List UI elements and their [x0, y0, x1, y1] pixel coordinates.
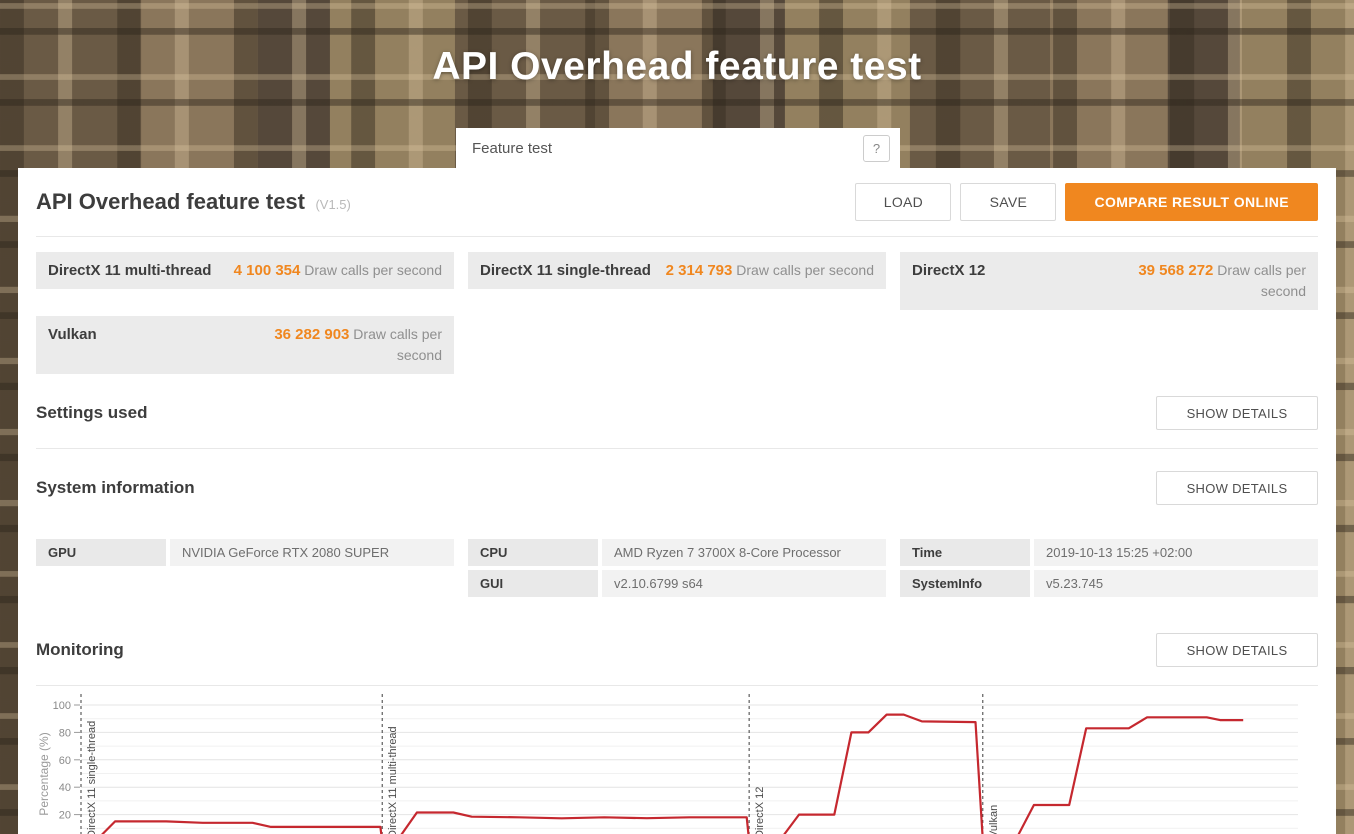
svg-text:DirectX 12: DirectX 12 [754, 787, 766, 834]
score-value: 39 568 272 Draw calls per second [1101, 260, 1306, 302]
time-label: Time [900, 539, 1030, 566]
system-info-col-2: CPU AMD Ryzen 7 3700X 8-Core Processor G… [468, 539, 886, 597]
gui-value: v2.10.6799 s64 [602, 570, 886, 597]
table-row: GPU NVIDIA GeForce RTX 2080 SUPER [36, 539, 454, 566]
svg-text:40: 40 [59, 782, 71, 794]
table-row: CPU AMD Ryzen 7 3700X 8-Core Processor [468, 539, 886, 566]
help-button[interactable]: ? [863, 135, 890, 162]
load-button[interactable]: LOAD [855, 183, 951, 221]
svg-text:60: 60 [59, 755, 71, 767]
monitoring-section-header: Monitoring SHOW DETAILS [36, 633, 1318, 686]
result-title: API Overhead feature test [36, 189, 305, 214]
gpu-value: NVIDIA GeForce RTX 2080 SUPER [170, 539, 454, 566]
gui-label: GUI [468, 570, 598, 597]
system-info-col-3: Time 2019-10-13 15:25 +02:00 SystemInfo … [900, 539, 1318, 597]
settings-show-details-button[interactable]: SHOW DETAILS [1156, 396, 1318, 430]
system-section-header: System information SHOW DETAILS [36, 471, 1318, 523]
table-row: GUI v2.10.6799 s64 [468, 570, 886, 597]
result-row-vulkan: Vulkan 36 282 903 Draw calls per second [36, 316, 454, 374]
system-heading: System information [36, 478, 195, 498]
monitoring-heading: Monitoring [36, 640, 124, 660]
settings-heading: Settings used [36, 403, 147, 423]
hero-banner: API Overhead feature test Feature test ? [0, 0, 1354, 168]
time-value: 2019-10-13 15:25 +02:00 [1034, 539, 1318, 566]
monitoring-chart: 020406080100Percentage (%)DirectX 11 sin… [36, 688, 1318, 834]
test-selector-value: Feature test [472, 140, 552, 157]
system-show-details-button[interactable]: SHOW DETAILS [1156, 471, 1318, 505]
svg-text:Percentage (%): Percentage (%) [37, 732, 51, 815]
svg-text:20: 20 [59, 810, 71, 822]
api-label: DirectX 12 [912, 260, 985, 281]
score-value: 2 314 793 Draw calls per second [666, 260, 874, 281]
cpu-value: AMD Ryzen 7 3700X 8-Core Processor [602, 539, 886, 566]
api-label: DirectX 11 single-thread [480, 260, 651, 281]
systeminfo-value: v5.23.745 [1034, 570, 1318, 597]
svg-text:80: 80 [59, 727, 71, 739]
card-header: API Overhead feature test (V1.5) LOAD SA… [36, 168, 1318, 237]
svg-text:Vulkan: Vulkan [988, 805, 1000, 834]
score-value: 4 100 354 Draw calls per second [234, 260, 442, 281]
result-row-dx11-multi: DirectX 11 multi-thread 4 100 354 Draw c… [36, 252, 454, 289]
settings-section-header: Settings used SHOW DETAILS [36, 396, 1318, 449]
compare-result-online-button[interactable]: COMPARE RESULT ONLINE [1065, 183, 1318, 221]
svg-text:100: 100 [53, 700, 71, 712]
svg-text:DirectX 11 single-thread: DirectX 11 single-thread [86, 721, 98, 834]
save-button[interactable]: SAVE [960, 183, 1056, 221]
system-info-col-1: GPU NVIDIA GeForce RTX 2080 SUPER [36, 539, 454, 566]
result-row-dx11-single: DirectX 11 single-thread 2 314 793 Draw … [468, 252, 886, 289]
result-card: API Overhead feature test (V1.5) LOAD SA… [18, 168, 1336, 834]
table-row: SystemInfo v5.23.745 [900, 570, 1318, 597]
system-info-table: GPU NVIDIA GeForce RTX 2080 SUPER CPU AM… [36, 539, 1318, 597]
version-label: (V1.5) [315, 197, 350, 212]
card-title-group: API Overhead feature test (V1.5) [36, 189, 351, 215]
monitoring-show-details-button[interactable]: SHOW DETAILS [1156, 633, 1318, 667]
gpu-label: GPU [36, 539, 166, 566]
monitoring-chart-svg: 020406080100Percentage (%)DirectX 11 sin… [36, 688, 1318, 834]
score-value: 36 282 903 Draw calls per second [237, 324, 442, 366]
result-row-dx12: DirectX 12 39 568 272 Draw calls per sec… [900, 252, 1318, 310]
test-selector-dropdown[interactable]: Feature test ? [456, 128, 900, 168]
page-title: API Overhead feature test [0, 0, 1354, 89]
api-label: Vulkan [48, 324, 97, 345]
cpu-label: CPU [468, 539, 598, 566]
svg-text:DirectX 11 multi-thread: DirectX 11 multi-thread [387, 726, 399, 834]
toolbar-actions: LOAD SAVE COMPARE RESULT ONLINE [855, 183, 1318, 221]
api-label: DirectX 11 multi-thread [48, 260, 211, 281]
systeminfo-label: SystemInfo [900, 570, 1030, 597]
results-grid: DirectX 11 multi-thread 4 100 354 Draw c… [36, 252, 1318, 374]
table-row: Time 2019-10-13 15:25 +02:00 [900, 539, 1318, 566]
